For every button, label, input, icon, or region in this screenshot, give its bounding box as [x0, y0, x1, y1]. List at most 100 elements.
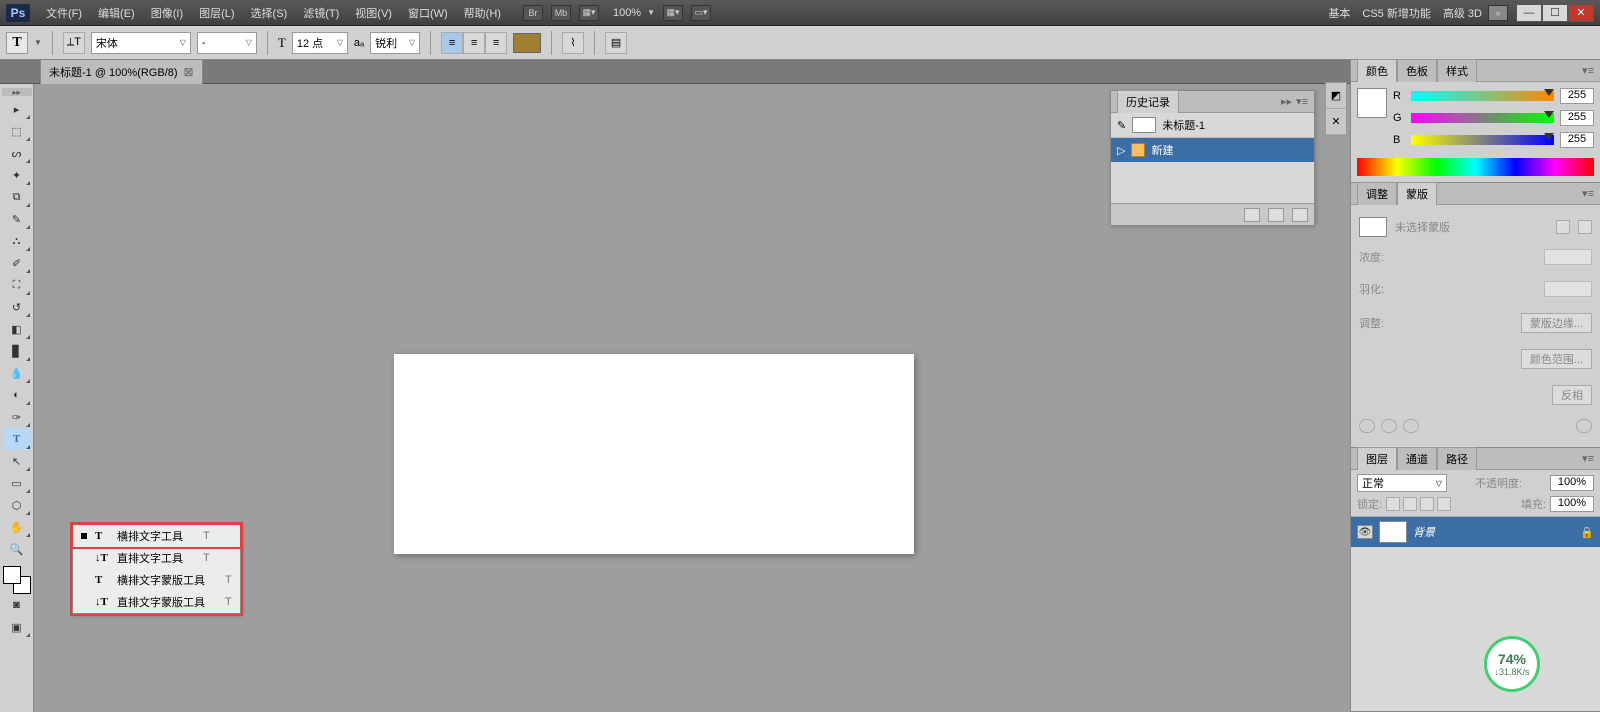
menu-file[interactable]: 文件(F) — [38, 1, 90, 25]
font-style-select[interactable]: -▽ — [197, 32, 257, 54]
panel-menu-icon[interactable]: ▾≡ — [1582, 187, 1594, 200]
g-slider[interactable] — [1411, 113, 1554, 123]
eraser-tool[interactable]: ◧ — [3, 318, 31, 340]
document-canvas[interactable] — [394, 354, 914, 554]
gradient-tool[interactable]: ▊ — [3, 340, 31, 362]
history-new-doc-icon[interactable] — [1244, 208, 1260, 222]
history-panel-tab[interactable]: 历史记录 — [1117, 90, 1179, 113]
history-step-row[interactable]: ▷ 新建 — [1111, 138, 1314, 162]
path-selection-tool[interactable]: ↖ — [3, 450, 31, 472]
window-close-button[interactable]: ✕ — [1568, 4, 1594, 22]
mask-disable-icon[interactable] — [1403, 419, 1419, 433]
magic-wand-tool[interactable]: ✦ — [3, 164, 31, 186]
color-spectrum[interactable] — [1357, 158, 1594, 176]
layer-visibility-icon[interactable]: 👁 — [1357, 525, 1373, 539]
add-pixel-mask-button[interactable] — [1556, 220, 1570, 234]
opacity-input[interactable]: 100% — [1550, 475, 1594, 491]
collapsed-panel-icon-2[interactable]: ✕ — [1326, 109, 1346, 135]
arrange-docs-icon[interactable]: ▦▾ — [663, 5, 683, 21]
collapsed-panel-icon-1[interactable]: ◩ — [1326, 83, 1346, 109]
bridge-icon[interactable]: Br — [523, 5, 543, 21]
current-tool-indicator[interactable]: T — [6, 32, 28, 54]
menu-filter[interactable]: 滤镜(T) — [295, 1, 347, 25]
font-size-select[interactable]: 12 点▽ — [292, 32, 348, 54]
screen-mode-icon[interactable]: ▭▾ — [691, 5, 711, 21]
density-input[interactable] — [1544, 249, 1592, 265]
menu-layer[interactable]: 图层(L) — [191, 1, 242, 25]
crop-tool[interactable]: ⧉ — [3, 186, 31, 208]
history-brush-source-icon[interactable]: ✎ — [1117, 119, 1126, 132]
history-delete-icon[interactable] — [1292, 208, 1308, 222]
menu-edit[interactable]: 编辑(E) — [90, 1, 143, 25]
layer-thumbnail[interactable] — [1379, 521, 1407, 543]
align-left-button[interactable]: ≡ — [441, 32, 463, 54]
lock-image-icon[interactable] — [1403, 497, 1417, 511]
lock-position-icon[interactable] — [1420, 497, 1434, 511]
r-slider[interactable] — [1411, 91, 1554, 101]
blend-mode-select[interactable]: 正常▽ — [1357, 474, 1447, 492]
r-value-input[interactable]: 255 — [1560, 88, 1594, 104]
layer-row[interactable]: 👁 背景 🔒 — [1351, 517, 1600, 547]
document-tab[interactable]: 未标题-1 @ 100%(RGB/8) ⊠ — [40, 59, 203, 84]
workspace-more-icon[interactable]: » — [1488, 5, 1508, 21]
workspace-cs5new[interactable]: CS5 新增功能 — [1356, 3, 1436, 23]
lasso-tool[interactable]: ᔕ — [3, 142, 31, 164]
pen-tool[interactable]: ✑ — [3, 406, 31, 428]
3d-tool[interactable]: ⬡ — [3, 494, 31, 516]
brush-tool[interactable]: ✐ — [3, 252, 31, 274]
menu-window[interactable]: 窗口(W) — [400, 1, 456, 25]
mask-delete-icon[interactable] — [1576, 419, 1592, 433]
workspace-3d[interactable]: 高级 3D — [1437, 3, 1488, 23]
character-panel-button[interactable]: ▤ — [605, 32, 627, 54]
panel-collapse-icon[interactable]: ▸▸ — [1281, 95, 1292, 108]
history-brush-tool[interactable]: ↺ — [3, 296, 31, 318]
shape-tool[interactable]: ▭ — [3, 472, 31, 494]
antialias-select[interactable]: 锐利▽ — [370, 32, 420, 54]
color-range-button[interactable]: 颜色范围... — [1521, 349, 1592, 369]
flyout-vertical-type[interactable]: ↓T 直排文字工具 T — [73, 547, 240, 569]
view-extras-icon[interactable]: ▦▾ — [579, 5, 599, 21]
hand-tool[interactable]: ✋ — [3, 516, 31, 538]
toolbox-expand-button[interactable]: ▸▸ — [2, 88, 32, 96]
flyout-horizontal-type[interactable]: T 横排文字工具 T — [73, 525, 240, 547]
marquee-tool[interactable]: ⬚ — [3, 120, 31, 142]
adjustments-tab[interactable]: 调整 — [1357, 182, 1397, 205]
font-family-select[interactable]: 宋体▽ — [91, 32, 191, 54]
color-wells[interactable] — [3, 566, 31, 594]
healing-brush-tool[interactable]: ⛬ — [3, 230, 31, 252]
lock-transparent-icon[interactable] — [1386, 497, 1400, 511]
history-snapshot-row[interactable]: ✎ 未标题-1 — [1111, 113, 1314, 138]
zoom-level[interactable]: 100% — [607, 5, 647, 21]
minibridge-icon[interactable]: Mb — [551, 5, 571, 21]
history-new-snapshot-icon[interactable] — [1268, 208, 1284, 222]
window-minimize-button[interactable]: — — [1516, 4, 1542, 22]
align-center-button[interactable]: ≡ — [463, 32, 485, 54]
menu-help[interactable]: 帮助(H) — [456, 1, 509, 25]
dodge-tool[interactable]: ◐ — [3, 384, 31, 406]
g-value-input[interactable]: 255 — [1560, 110, 1594, 126]
flyout-vertical-type-mask[interactable]: ↓T 直排文字蒙版工具 T — [73, 591, 240, 613]
panel-menu-icon[interactable]: ▾≡ — [1582, 64, 1594, 77]
menu-view[interactable]: 视图(V) — [347, 1, 400, 25]
document-tab-close-icon[interactable]: ⊠ — [184, 65, 194, 79]
channels-tab[interactable]: 通道 — [1397, 447, 1437, 470]
menu-image[interactable]: 图像(I) — [143, 1, 191, 25]
panel-menu-icon[interactable]: ▾≡ — [1582, 452, 1594, 465]
feather-input[interactable] — [1544, 281, 1592, 297]
styles-tab[interactable]: 样式 — [1437, 59, 1477, 82]
flyout-horizontal-type-mask[interactable]: T 横排文字蒙版工具 T — [73, 569, 240, 591]
text-orientation-button[interactable]: ⟂T — [63, 32, 85, 54]
masks-tab[interactable]: 蒙版 — [1397, 182, 1437, 205]
window-maximize-button[interactable]: ☐ — [1542, 4, 1568, 22]
type-tool[interactable]: T — [3, 428, 31, 450]
fill-input[interactable]: 100% — [1550, 496, 1594, 512]
foreground-color-well[interactable] — [3, 566, 21, 584]
text-color-swatch[interactable] — [513, 33, 541, 53]
color-tab[interactable]: 颜色 — [1357, 59, 1397, 82]
warp-text-button[interactable]: ⌇ — [562, 32, 584, 54]
add-vector-mask-button[interactable] — [1578, 220, 1592, 234]
blur-tool[interactable]: 💧 — [3, 362, 31, 384]
clone-stamp-tool[interactable]: ⛶ — [3, 274, 31, 296]
move-tool[interactable]: ▸ — [3, 98, 31, 120]
align-right-button[interactable]: ≡ — [485, 32, 507, 54]
